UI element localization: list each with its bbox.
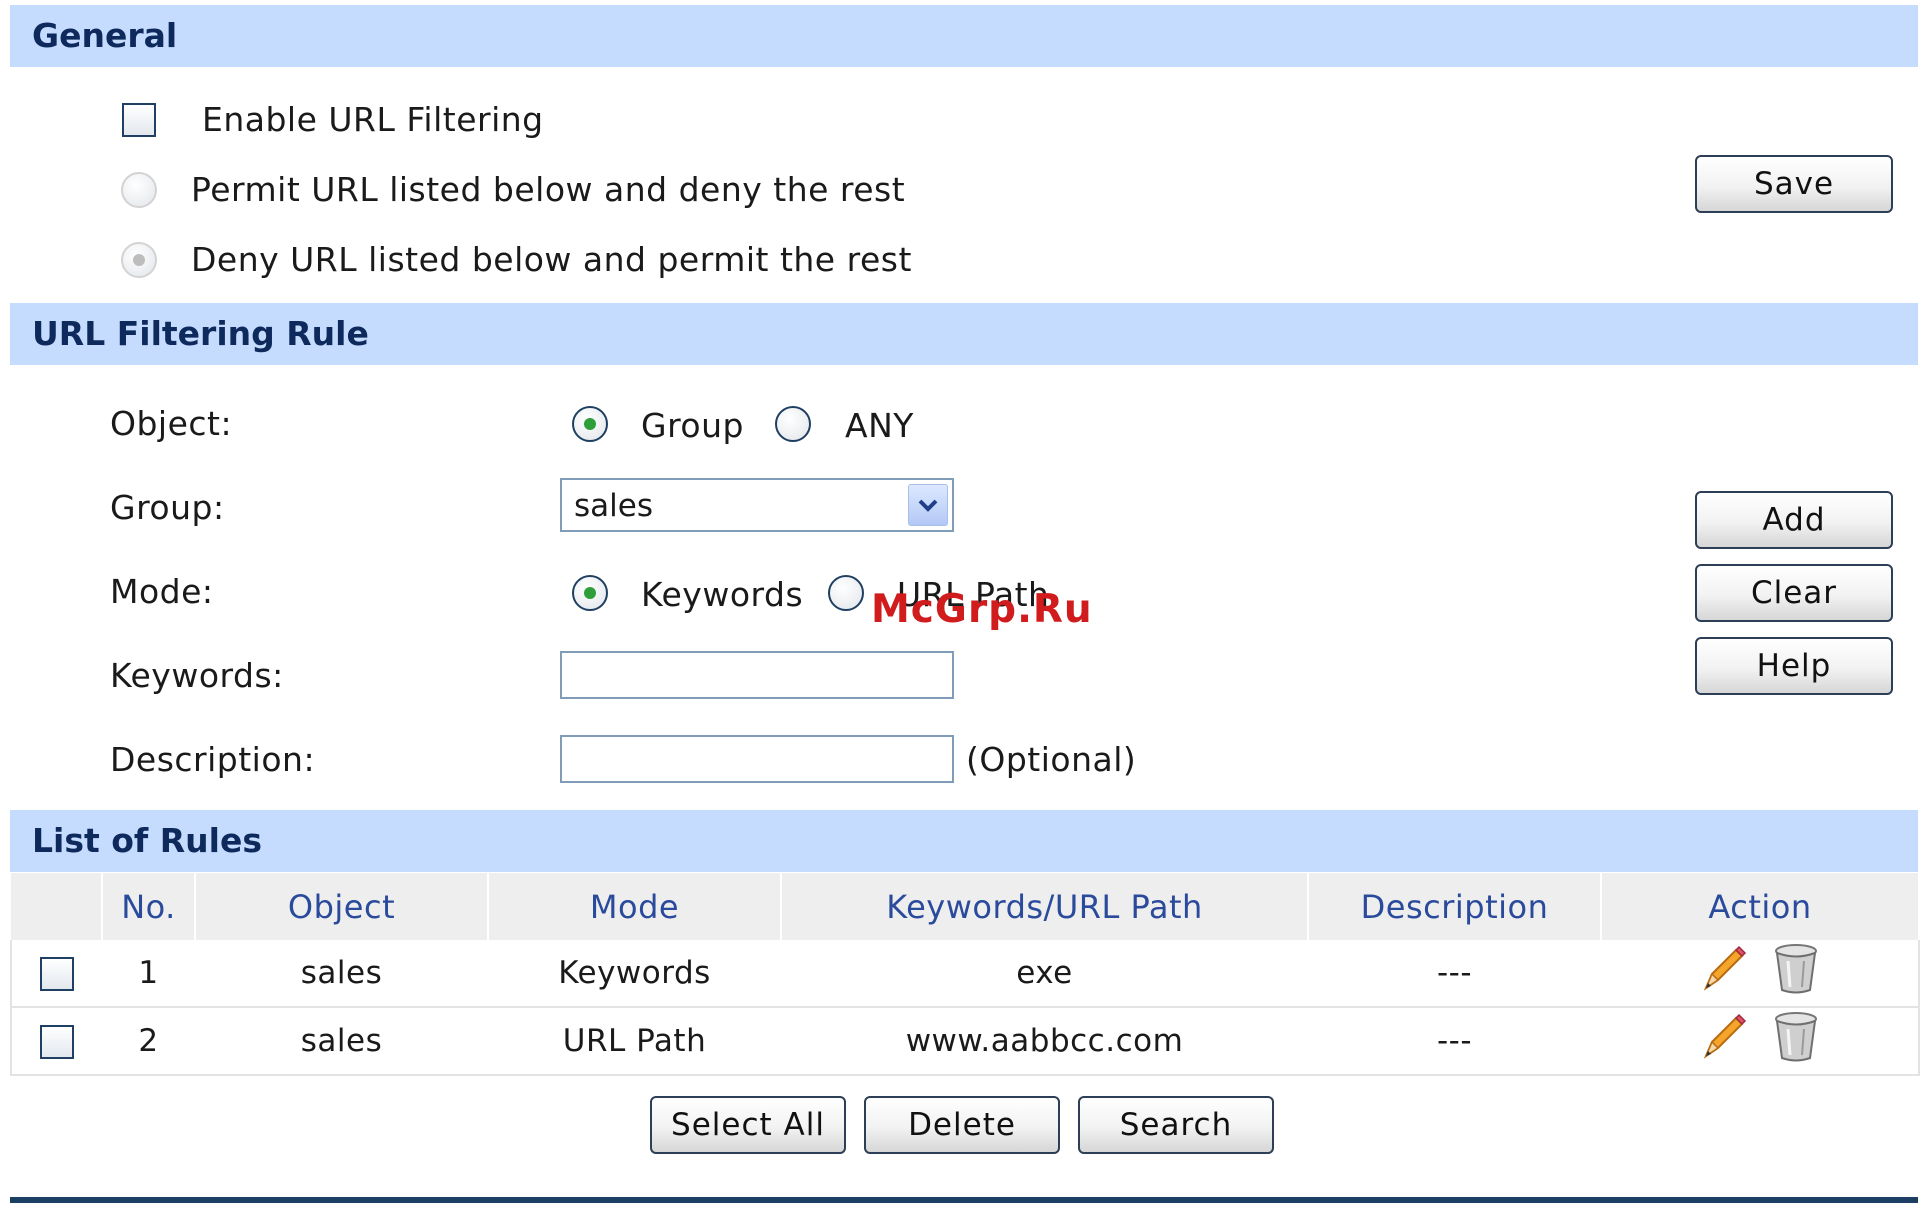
pencil-icon[interactable] [1700, 1012, 1748, 1070]
chevron-down-icon[interactable] [908, 484, 948, 526]
row-description: --- [1308, 940, 1601, 1008]
object-any-radio[interactable] [775, 406, 811, 442]
header-mode: Mode [488, 873, 782, 940]
header-description: Description [1308, 873, 1602, 940]
header-select [11, 873, 103, 940]
rules-table: No. Object Mode Keywords/URL Path Descri… [10, 873, 1920, 1076]
mode-label: Mode: [110, 572, 214, 611]
mode-keywords-label: Keywords [641, 575, 804, 614]
general-section-title: General [32, 16, 178, 55]
general-section-header: General [10, 5, 1918, 67]
rules-list-section-title: List of Rules [32, 821, 263, 860]
row-object: sales [195, 940, 488, 1008]
trash-icon[interactable] [1773, 943, 1819, 1003]
description-label: Description: [110, 740, 316, 779]
clear-button[interactable]: Clear [1695, 564, 1893, 622]
object-any-label: ANY [845, 406, 914, 445]
add-button[interactable]: Add [1695, 491, 1893, 549]
rule-section-title: URL Filtering Rule [32, 314, 369, 353]
optional-hint: (Optional) [966, 740, 1137, 779]
object-group-label: Group [641, 406, 744, 445]
row-mode: URL Path [488, 1007, 781, 1076]
row-description: --- [1308, 1007, 1601, 1076]
help-button[interactable]: Help [1695, 637, 1893, 695]
deny-policy-radio[interactable] [121, 242, 157, 278]
select-all-button[interactable]: Select All [650, 1096, 846, 1154]
row-actions [1601, 940, 1920, 1008]
header-keywords-path: Keywords/URL Path [781, 873, 1309, 940]
permit-policy-radio[interactable] [121, 172, 157, 208]
description-input[interactable] [560, 735, 954, 783]
row-select-cell [10, 940, 102, 1008]
row-object: sales [195, 1007, 488, 1076]
pencil-icon[interactable] [1700, 944, 1748, 1002]
rule-section-header: URL Filtering Rule [10, 303, 1918, 365]
row-no: 2 [102, 1007, 195, 1076]
table-row: 1 sales Keywords exe --- [10, 940, 1920, 1008]
enable-url-filtering-checkbox[interactable] [122, 103, 156, 137]
group-label: Group: [110, 488, 225, 527]
footer-divider [10, 1197, 1918, 1203]
object-group-radio[interactable] [572, 406, 608, 442]
permit-policy-label: Permit URL listed below and deny the res… [191, 170, 906, 209]
keywords-input[interactable] [560, 651, 954, 699]
group-select-value: sales [574, 488, 653, 524]
search-button[interactable]: Search [1078, 1096, 1274, 1154]
delete-button[interactable]: Delete [864, 1096, 1060, 1154]
enable-url-filtering-label: Enable URL Filtering [202, 100, 544, 139]
table-row: 2 sales URL Path www.aabbcc.com --- [10, 1007, 1920, 1076]
row-actions [1601, 1007, 1920, 1076]
row-mode: Keywords [488, 940, 781, 1008]
row-no: 1 [102, 940, 195, 1008]
header-object: Object [195, 873, 489, 940]
save-button[interactable]: Save [1695, 155, 1893, 213]
keywords-label: Keywords: [110, 656, 284, 695]
row-select-checkbox[interactable] [40, 957, 74, 992]
row-keywords-path: www.aabbcc.com [781, 1007, 1308, 1076]
watermark: McGrp.Ru [871, 587, 1093, 632]
object-label: Object: [110, 404, 233, 443]
header-no: No. [102, 873, 196, 940]
table-header-row: No. Object Mode Keywords/URL Path Descri… [11, 873, 1920, 940]
rules-list-section-header: List of Rules [10, 810, 1918, 872]
row-select-checkbox[interactable] [40, 1025, 74, 1060]
mode-url-path-radio[interactable] [828, 575, 864, 611]
row-keywords-path: exe [781, 940, 1308, 1008]
header-action: Action [1601, 873, 1920, 940]
mode-keywords-radio[interactable] [572, 575, 608, 611]
trash-icon[interactable] [1773, 1011, 1819, 1071]
row-select-cell [10, 1007, 102, 1076]
group-select[interactable]: sales [560, 478, 954, 532]
deny-policy-label: Deny URL listed below and permit the res… [191, 240, 912, 279]
